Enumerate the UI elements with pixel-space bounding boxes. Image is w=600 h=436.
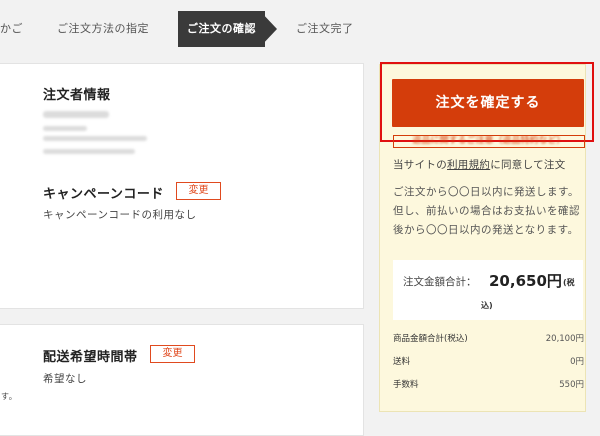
checkout-steps: かご ご注文方法の指定 ご注文の確認 ご注文完了 — [0, 11, 372, 47]
order-total-box: 注文金額合計： 20,650円 (税 込) — [393, 260, 583, 320]
tax-included-note-part1: (税 — [563, 278, 575, 287]
agree-prefix: 当サイトの — [393, 159, 447, 171]
shipping-fee-value: 0円 — [570, 357, 584, 367]
delivery-time-card: 配送希望時間帯 変更 希望なし す。 — [0, 324, 364, 436]
subtotal-label: 商品金額合計(税込) — [393, 334, 468, 344]
order-total-amount: 20,650円 — [489, 272, 562, 290]
delivery-time-value: 希望なし — [43, 373, 87, 385]
orderer-address-redacted — [43, 136, 147, 141]
delivery-change-button[interactable]: 変更 — [150, 345, 195, 363]
campaign-code-value: キャンペーンコードの利用なし — [43, 209, 197, 221]
highlight-frame — [380, 62, 594, 142]
step-order-confirm: ご注文の確認 — [178, 11, 265, 47]
shipping-fee-label: 送料 — [393, 357, 411, 367]
step-order-method: ご注文方法の指定 — [57, 22, 149, 35]
shipping-notice: ご注文から〇〇日以内に発送します。但し、前払いの場合はお支払いを確認後から〇〇日… — [393, 186, 580, 236]
step-arrow-icon — [260, 11, 277, 47]
order-total-label: 注文金額合計： — [403, 276, 477, 288]
campaign-change-button[interactable]: 変更 — [176, 182, 221, 200]
order-info-card: 注文者情報 キャンペーンコード 変更 キャンペーンコードの利用なし — [0, 63, 364, 309]
orderer-phone-redacted — [43, 149, 135, 154]
terms-link[interactable]: 利用規約 — [447, 159, 490, 171]
handling-fee-label: 手数料 — [393, 380, 419, 390]
orderer-info-title: 注文者情報 — [43, 88, 111, 103]
subtotal-value: 20,100円 — [545, 334, 584, 344]
orderer-postal-redacted — [43, 126, 87, 131]
step-order-complete: ご注文完了 — [296, 22, 354, 35]
orderer-name-redacted — [43, 111, 109, 118]
delivery-note-fragment: す。 — [1, 392, 18, 401]
returns-policy-link[interactable]: 返品に関するご注意（返品特約など） — [393, 135, 585, 148]
step-cart: かご — [0, 22, 23, 35]
handling-fee-value: 550円 — [559, 380, 584, 390]
returns-policy-label: 返品に関するご注意（返品特約など） — [412, 136, 566, 146]
delivery-time-title: 配送希望時間帯 — [43, 350, 138, 365]
agree-suffix: に同意して注文 — [490, 159, 566, 171]
campaign-code-title: キャンペーンコード — [43, 187, 164, 202]
terms-agreement-text: 当サイトの利用規約に同意して注文 — [393, 157, 566, 172]
tax-included-note-part2: 込) — [481, 301, 493, 310]
